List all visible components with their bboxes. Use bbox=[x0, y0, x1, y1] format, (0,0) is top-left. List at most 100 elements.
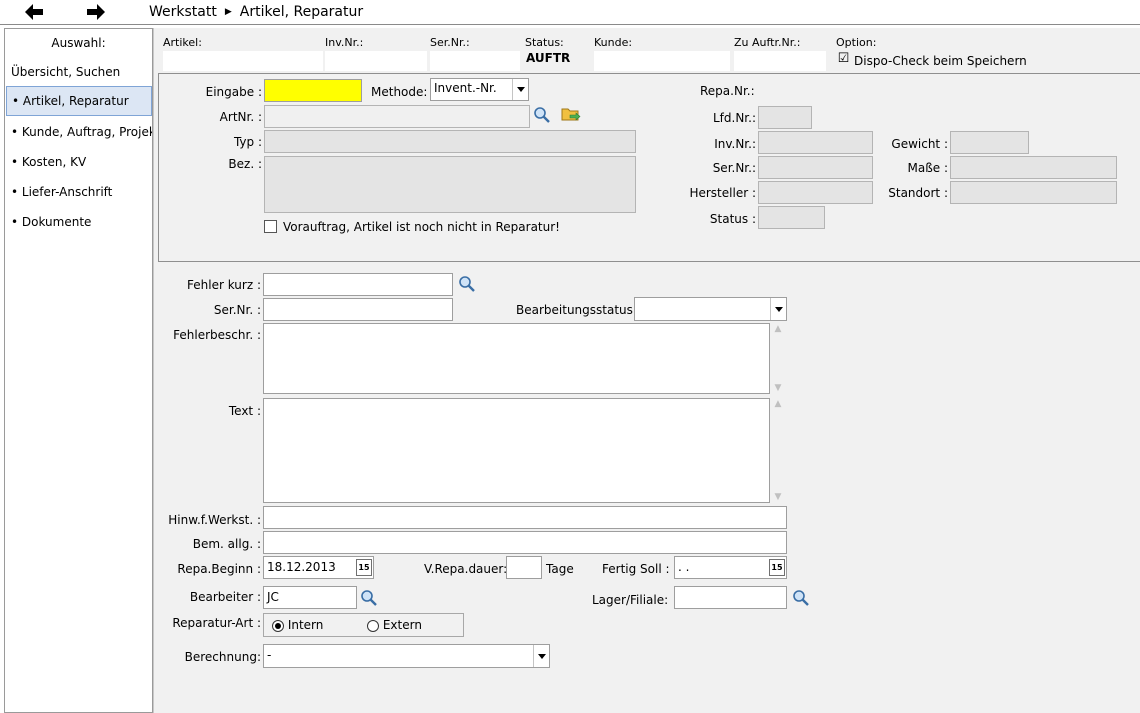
forward-button[interactable] bbox=[83, 2, 109, 22]
dispo-check-checkbox[interactable]: ☑ bbox=[837, 52, 850, 66]
header-status-label: Status: bbox=[525, 36, 564, 49]
artnr-label: ArtNr. : bbox=[219, 110, 262, 124]
bez-field bbox=[264, 156, 636, 213]
art-sernr-field bbox=[758, 156, 873, 179]
standort-label: Standort : bbox=[888, 186, 948, 200]
fehlerbeschr-label: Fehlerbeschr. : bbox=[173, 328, 261, 342]
typ-field bbox=[264, 130, 636, 153]
sidebar-item-artikel-reparatur[interactable]: • Artikel, Reparatur bbox=[6, 86, 152, 116]
lfdnr-label: Lfd.Nr.: bbox=[712, 111, 756, 125]
chevron-down-icon[interactable] bbox=[770, 298, 786, 320]
hersteller-label: Hersteller : bbox=[689, 186, 756, 200]
bem-input[interactable] bbox=[263, 531, 787, 554]
calendar-icon[interactable]: 15 bbox=[356, 559, 372, 576]
repa-beginn-input[interactable]: 18.12.2013 15 bbox=[263, 556, 374, 579]
scroll-up-icon[interactable]: ▲ bbox=[775, 399, 782, 409]
sidebar: Auswahl: Übersicht, Suchen • Artikel, Re… bbox=[4, 28, 153, 713]
fehler-kurz-search-button[interactable] bbox=[458, 275, 476, 293]
header-status-value: AUFTR bbox=[526, 51, 571, 65]
fertig-soll-label: Fertig Soll : bbox=[602, 562, 670, 576]
magnifier-icon bbox=[361, 590, 377, 606]
art-invnr-field bbox=[758, 131, 873, 154]
text-textarea[interactable]: ▲ ▼ bbox=[263, 398, 786, 503]
lager-input[interactable] bbox=[674, 586, 787, 609]
top-bar: Werkstatt ▶ Artikel, Reparatur bbox=[0, 0, 1140, 25]
breadcrumb-werkstatt[interactable]: Werkstatt bbox=[149, 4, 217, 20]
radio-intern[interactable]: Intern bbox=[272, 618, 323, 632]
bem-label: Bem. allg. : bbox=[192, 537, 261, 551]
scroll-down-icon[interactable]: ▼ bbox=[775, 492, 782, 502]
fertig-soll-input[interactable]: . . 15 bbox=[674, 556, 787, 579]
lager-search-button[interactable] bbox=[792, 589, 810, 607]
gewicht-label: Gewicht : bbox=[891, 137, 948, 151]
vorauftrag-checkbox[interactable] bbox=[264, 220, 277, 233]
art-status-field bbox=[758, 206, 825, 229]
artnr-open-button[interactable] bbox=[561, 105, 581, 123]
breadcrumb-artikel-reparatur: Artikel, Reparatur bbox=[239, 4, 364, 20]
radio-extern-label: Extern bbox=[382, 618, 422, 632]
artnr-input[interactable] bbox=[264, 105, 530, 128]
lfdnr-field bbox=[758, 106, 812, 129]
sidebar-item-kunde-auftrag[interactable]: • Kunde, Auftrag, Projekt bbox=[6, 118, 152, 146]
bearbeitungsstatus-select[interactable] bbox=[634, 297, 787, 321]
fehlerbeschr-scrollbar[interactable]: ▲ ▼ bbox=[770, 324, 786, 393]
text-scrollbar[interactable]: ▲ ▼ bbox=[770, 399, 786, 502]
repair-sernr-label: Ser.Nr. : bbox=[213, 303, 261, 317]
chevron-down-icon[interactable] bbox=[533, 645, 549, 667]
repa-beginn-label: Repa.Beginn : bbox=[177, 562, 261, 576]
sidebar-item-uebersicht[interactable]: Übersicht, Suchen bbox=[6, 58, 152, 86]
berechnung-value: - bbox=[267, 648, 272, 662]
hinw-input[interactable] bbox=[263, 506, 787, 529]
berechnung-select[interactable]: - bbox=[263, 644, 550, 668]
sidebar-item-kosten[interactable]: • Kosten, KV bbox=[6, 148, 152, 176]
bearbeiter-search-button[interactable] bbox=[360, 589, 378, 607]
text-label: Text : bbox=[228, 404, 261, 418]
bez-label: Bez. : bbox=[228, 157, 262, 171]
sidebar-item-label: Übersicht, Suchen bbox=[11, 65, 121, 79]
header-invnr-field bbox=[325, 51, 427, 71]
chevron-down-icon[interactable] bbox=[512, 79, 528, 100]
art-invnr-label: Inv.Nr.: bbox=[714, 137, 756, 151]
magnifier-icon bbox=[534, 107, 550, 123]
berechnung-label: Berechnung: bbox=[184, 650, 261, 664]
reparatur-art-label: Reparatur-Art : bbox=[172, 616, 261, 630]
bearbeiter-input[interactable]: JC bbox=[263, 586, 357, 609]
main-panel: Artikel: Inv.Nr.: Ser.Nr.: Status: AUFTR… bbox=[153, 28, 1140, 713]
header-artikel-field bbox=[163, 51, 323, 71]
header-sernr-field bbox=[430, 51, 520, 71]
header-sernr-label: Ser.Nr.: bbox=[430, 36, 470, 49]
vrepa-input[interactable] bbox=[506, 556, 542, 579]
sidebar-heading: Auswahl: bbox=[51, 36, 106, 50]
methode-select[interactable]: Invent.-Nr. bbox=[430, 78, 529, 101]
calendar-icon[interactable]: 15 bbox=[769, 559, 785, 576]
header-option-label: Option: bbox=[836, 36, 877, 49]
methode-select-value: Invent.-Nr. bbox=[434, 81, 497, 95]
hinw-label: Hinw.f.Werkst. : bbox=[168, 513, 261, 527]
eingabe-label: Eingabe : bbox=[205, 85, 262, 99]
header-invnr-label: Inv.Nr.: bbox=[325, 36, 364, 49]
radio-extern-indicator[interactable] bbox=[367, 619, 379, 632]
sidebar-item-dokumente[interactable]: • Dokumente bbox=[6, 208, 152, 236]
radio-extern[interactable]: Extern bbox=[367, 618, 422, 632]
scroll-down-icon[interactable]: ▼ bbox=[775, 383, 782, 393]
sidebar-item-label: • Dokumente bbox=[11, 215, 92, 229]
repa-beginn-value: 18.12.2013 bbox=[267, 560, 336, 574]
back-button[interactable] bbox=[21, 2, 47, 22]
masse-field bbox=[950, 156, 1117, 179]
repair-sernr-input[interactable] bbox=[263, 298, 453, 321]
radio-intern-indicator[interactable] bbox=[272, 619, 284, 632]
dispo-check-label: Dispo-Check beim Speichern bbox=[854, 54, 1027, 68]
sidebar-item-label: • Kosten, KV bbox=[11, 155, 87, 169]
magnifier-icon bbox=[459, 276, 475, 292]
fehler-kurz-input[interactable] bbox=[263, 273, 453, 296]
fehlerbeschr-textarea[interactable]: ▲ ▼ bbox=[263, 323, 786, 394]
folder-arrow-icon bbox=[561, 108, 581, 121]
scroll-up-icon[interactable]: ▲ bbox=[775, 324, 782, 334]
artnr-search-button[interactable] bbox=[533, 106, 551, 124]
header-zuauftr-field bbox=[734, 51, 826, 71]
bearbeiter-label: Bearbeiter : bbox=[189, 590, 261, 604]
gewicht-field bbox=[950, 131, 1029, 154]
sidebar-item-liefer-anschrift[interactable]: • Liefer-Anschrift bbox=[6, 178, 152, 206]
typ-label: Typ : bbox=[233, 135, 262, 149]
eingabe-input[interactable] bbox=[264, 79, 362, 102]
